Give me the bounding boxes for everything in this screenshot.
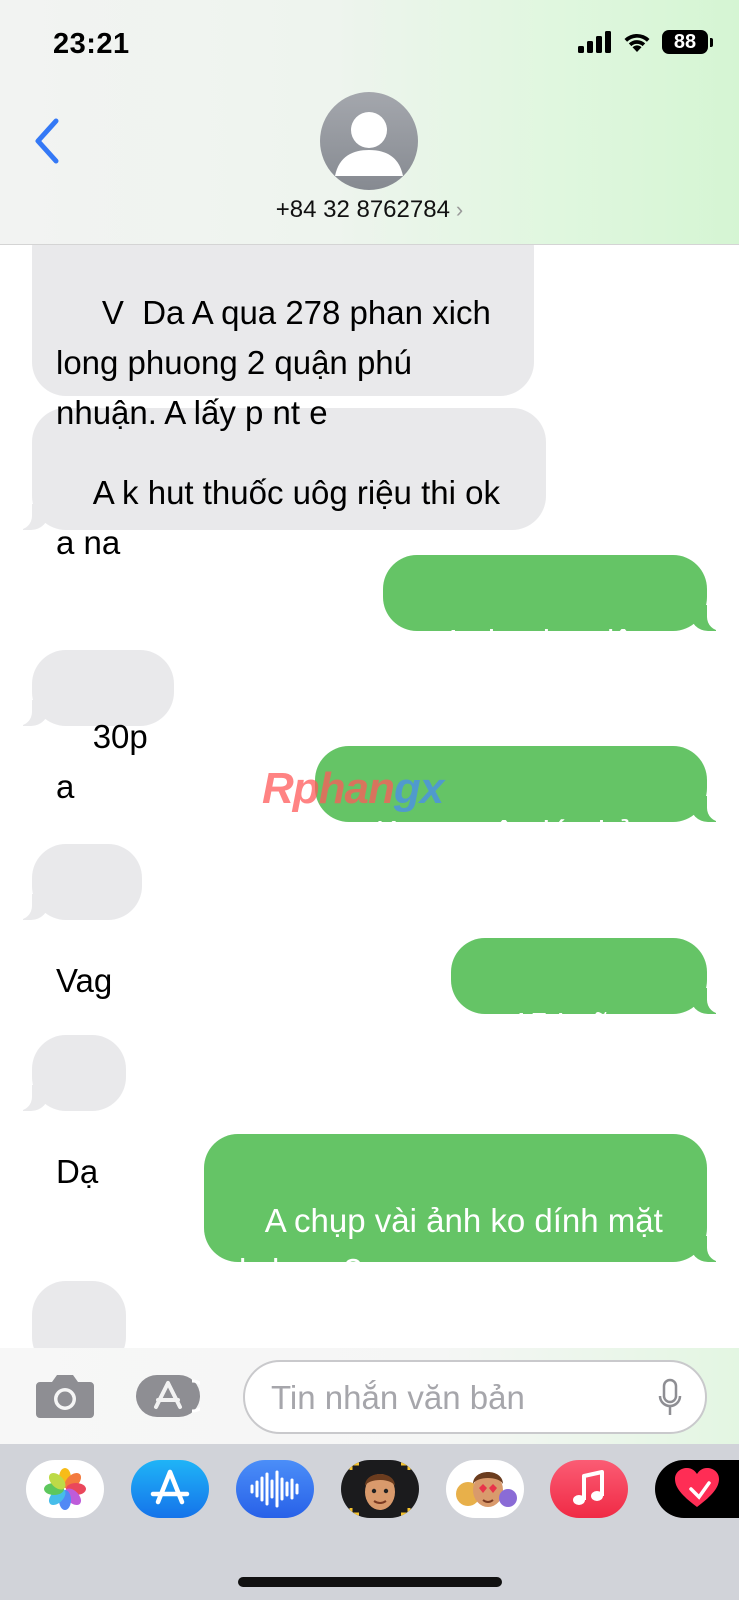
battery-level: 88 [673, 30, 697, 53]
person-silhouette-icon [335, 112, 403, 176]
message-bubble-incoming[interactable]: Vag [14, 844, 142, 999]
message-bubble-incoming[interactable]: V Da A qua 278 phan xich long phuong 2 q… [32, 244, 534, 431]
chevron-right-icon: › [455, 197, 464, 222]
audio-message-app-button[interactable] [236, 1460, 314, 1518]
battery-cap [710, 37, 713, 47]
compose-bar [0, 1348, 739, 1444]
message-bubble-incoming[interactable]: Dạ [32, 1281, 126, 1348]
watermark-part-2: gx [393, 764, 444, 813]
watermark-part-1: Rphan [262, 764, 395, 813]
contact-name-button[interactable]: +84 32 8762784 › [0, 196, 739, 224]
message-text: Dạ [56, 1153, 99, 1190]
message-bubble-incoming[interactable]: Dạ [14, 1035, 126, 1190]
home-indicator[interactable] [238, 1577, 502, 1587]
digital-touch-icon [675, 1468, 719, 1507]
app-store-icon [150, 1469, 190, 1505]
message-text: Ks nguyệt đức hả e ? [339, 814, 672, 901]
memoji-stickers-icon [456, 1472, 517, 1507]
microphone-icon[interactable] [657, 1378, 683, 1418]
message-thread[interactable]: V Da A qua 278 phan xich long phuong 2 q… [0, 244, 739, 1348]
back-chevron-icon[interactable] [28, 115, 68, 167]
status-time: 23:21 [53, 28, 130, 60]
message-bubble-outgoing[interactable]: 15 ' nữa a tới [451, 938, 725, 1093]
camera-icon[interactable] [34, 1372, 96, 1420]
contact-number: +84 32 8762784 [275, 196, 450, 223]
message-bubble-outgoing[interactable]: 1 shot bao lâu e? [383, 555, 725, 710]
memoji-app-button[interactable] [341, 1460, 419, 1518]
battery-indicator: 88 [662, 30, 708, 54]
conversation-header: 23:21 88 +84 32 8762784 › [0, 0, 739, 245]
message-text: 1 shot bao lâu e? [407, 623, 661, 710]
cellular-signal-icon [578, 31, 611, 53]
music-app-button[interactable] [550, 1460, 628, 1518]
message-text: 30p a [56, 718, 157, 805]
message-text: Vag [56, 962, 113, 999]
message-bubble-incoming[interactable]: 30p a [14, 650, 174, 805]
memoji-icon [349, 1462, 411, 1516]
contact-avatar[interactable] [320, 92, 418, 190]
message-input[interactable] [269, 1378, 643, 1418]
music-icon [573, 1470, 604, 1505]
digital-touch-app-button[interactable] [655, 1460, 739, 1518]
message-text: 15 ' nữa a tới [475, 1006, 669, 1093]
message-bubble-outgoing[interactable]: A chụp vài ảnh ko dính mặt dc ko e ? [204, 1134, 725, 1289]
wifi-icon [624, 33, 650, 52]
app-store-button[interactable] [136, 1375, 209, 1417]
app-store-app-button[interactable] [131, 1460, 209, 1518]
memoji-stickers-app-button[interactable] [446, 1460, 524, 1518]
app-store-a-icon [154, 1379, 209, 1413]
audio-message-icon [250, 1470, 299, 1508]
photos-app-button[interactable] [26, 1460, 104, 1518]
status-icons: 88 [578, 30, 713, 54]
message-text: A chụp vài ảnh ko dính mặt dc ko e ? [228, 1202, 663, 1289]
imessage-app-drawer [0, 1444, 739, 1600]
watermark: Rphangx [262, 764, 444, 814]
message-text-field[interactable] [243, 1360, 707, 1434]
message-text: A k hut thuốc uôg riệu thi ok a na [56, 474, 500, 561]
photos-icon [44, 1468, 86, 1510]
